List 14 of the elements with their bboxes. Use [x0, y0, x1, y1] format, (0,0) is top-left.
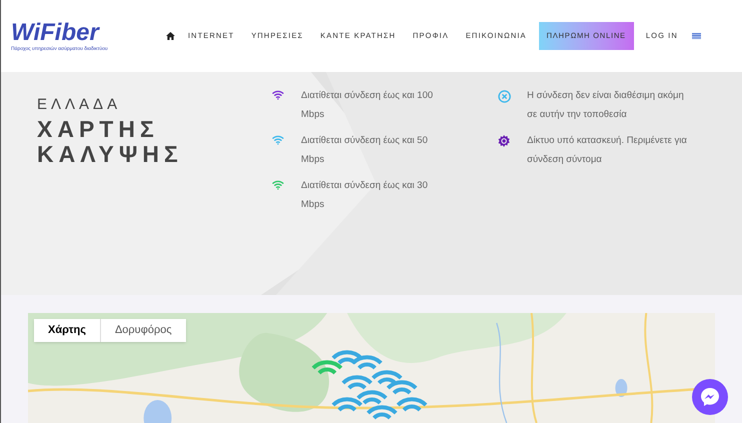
messenger-icon	[700, 387, 720, 407]
hero-title: ΧΑΡΤΗΣ	[37, 116, 160, 142]
hero-title: ΚΑΛΥΨΗΣ	[37, 142, 184, 166]
hero-subtitle: ΕΛΛΑΔΑ	[37, 95, 122, 115]
legend-text: Διατίθεται σύνδεση έως και 50 Mbps	[301, 134, 429, 167]
legend-text: Διατίθεται σύνδεση έως και 30 Mbps	[301, 179, 429, 212]
logo-wordmark: WiFiber	[11, 20, 101, 46]
legend-text: Η σύνδεση δεν είναι διαθέσιμη ακόμη σε αυτήν την τοποθεσία	[527, 89, 685, 122]
map-type-tab[interactable]: Χάρτης	[34, 319, 100, 342]
home-icon[interactable]	[165, 32, 176, 40]
map-type-tab[interactable]: Δορυφόρος	[100, 319, 186, 342]
messenger-button[interactable]	[692, 379, 728, 415]
legend-text: Δίκτυο υπό κατασκευή. Περιμένετε για σύνδεση σύντομα	[527, 134, 687, 167]
legend-text: Διατίθεται σύνδεση έως και 100 Mbps	[301, 89, 434, 122]
